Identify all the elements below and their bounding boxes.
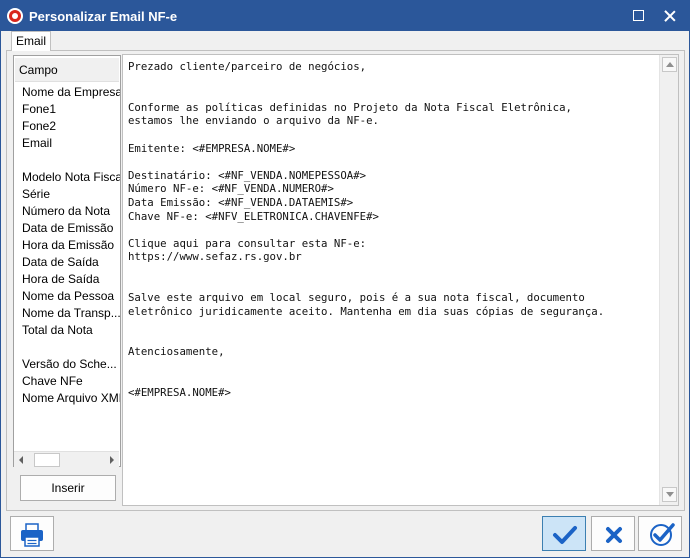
field-list-horizontal-scrollbar[interactable] [14,451,119,467]
field-list-item[interactable]: Data de Emissão [14,220,120,237]
editor-line: Número NF-e: <#NF_VENDA.NUMERO#> [128,182,334,196]
email-body-text[interactable]: Prezado cliente/parceiro de negócios, Con… [128,60,658,400]
field-list-item[interactable]: Chave NFe [14,373,120,390]
editor-line: eletrônico juridicamente aceito. Mantenh… [128,304,605,318]
scroll-down-arrow-icon[interactable] [662,487,677,502]
editor-line: Data Emissão: <#NF_VENDA.DATAEMIS#> [128,195,354,209]
title-bar: Personalizar Email NF-e [1,1,689,31]
field-list-item[interactable]: Total da Nota [14,322,120,339]
editor-line: Prezado cliente/parceiro de negócios, [128,60,367,73]
x-icon [606,527,622,543]
field-list-header: Campo [15,58,119,82]
field-list-item[interactable]: Nome da Transp... [14,305,120,322]
field-list-item[interactable]: Hora de Saída [14,271,120,288]
editor-line: Conforme as políticas definidas no Proje… [128,100,572,114]
field-list-item[interactable]: Nome da Empresa [14,84,120,101]
field-list-item[interactable]: Email [14,135,120,152]
check-circle-icon [650,523,675,546]
printer-icon [21,523,43,547]
scrollbar-thumb[interactable] [34,453,60,467]
checkmark-icon [553,526,577,544]
editor-line: Chave NF-e: <#NFV_ELETRONICA.CHAVENFE#> [128,209,379,223]
field-list-item[interactable]: Nome Arquivo XML [14,390,120,407]
field-list-item[interactable]: Número da Nota [14,203,120,220]
editor-vertical-scrollbar[interactable] [659,55,678,505]
scroll-right-arrow-icon[interactable] [103,452,119,468]
field-list-item[interactable]: Fone2 [14,118,120,135]
field-list-item[interactable]: Modelo Nota Fiscal [14,169,120,186]
editor-line: estamos lhe enviando o arquivo da NF-e. [128,114,379,128]
field-list-item[interactable]: Data de Saída [14,254,120,271]
editor-line: Clique aqui para consultar esta NF-e: [128,236,367,250]
scroll-up-arrow-icon[interactable] [662,57,677,72]
editor-line: Emitente: <#EMPRESA.NOME#> [128,141,296,155]
editor-line: <#EMPRESA.NOME#> [128,386,231,400]
editor-line: Destinatário: <#NF_VENDA.NOMEPESSOA#> [128,168,367,182]
cancel-button[interactable] [591,516,635,551]
maximize-button[interactable] [623,1,653,31]
editor-line: Salve este arquivo em local seguro, pois… [128,291,585,305]
field-list-item[interactable]: Série [14,186,120,203]
close-button[interactable] [655,1,685,31]
field-list-item[interactable]: Hora da Emissão [14,237,120,254]
editor-line: Atenciosamente, [128,345,225,359]
field-list-items: Nome da Empresa Fone1 Fone2 Email Modelo Not… [14,84,120,407]
window-title: Personalizar Email NF-e [29,9,178,24]
maximize-icon [633,10,644,21]
confirm-button[interactable] [542,516,586,551]
email-body-editor[interactable]: Prezado cliente/parceiro de negócios, Con… [122,54,679,506]
print-button[interactable] [10,516,54,551]
field-list-item[interactable]: Versão do Sche... [14,356,120,373]
field-list-item[interactable]: Nome da Pessoa [14,288,120,305]
field-list-item[interactable]: Fone1 [14,101,120,118]
tab-email[interactable]: Email [11,31,51,51]
nfe-app-icon [7,8,23,24]
confirm-all-button[interactable] [638,516,682,551]
dialog-window: Personalizar Email NF-e Email Campo Nome… [0,0,690,558]
insert-button[interactable]: Inserir [20,475,116,501]
field-list[interactable]: Campo Nome da Empresa Fone1 Fone2 Email Mode… [13,55,121,467]
editor-line: https://www.sefaz.rs.gov.br [128,250,302,264]
scroll-left-arrow-icon[interactable] [14,452,30,468]
